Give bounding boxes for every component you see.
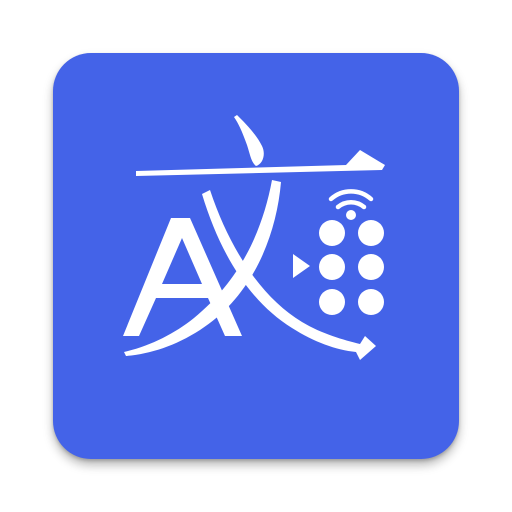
icon-canvas — [0, 0, 512, 512]
wifi-signal-icon — [328, 189, 374, 220]
braille-dot — [358, 254, 384, 280]
play-arrow-icon — [293, 254, 310, 278]
braille-dot — [358, 220, 384, 246]
braille-dot — [358, 289, 384, 315]
braille-dot — [319, 220, 345, 246]
kanji-dot-stroke — [234, 115, 264, 166]
braille-dot — [319, 254, 345, 280]
kanji-horizontal-stroke — [136, 164, 382, 176]
app-logo — [123, 115, 385, 360]
braille-dot — [319, 289, 345, 315]
braille-cell-icon — [319, 220, 384, 315]
